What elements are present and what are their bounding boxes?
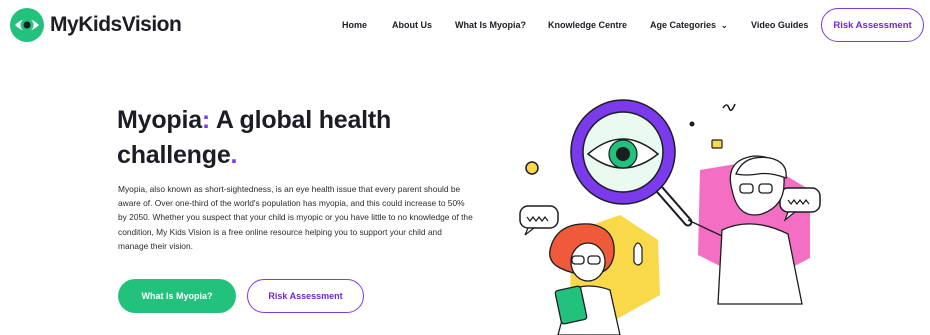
what-is-myopia-button[interactable]: What Is Myopia? bbox=[118, 279, 236, 313]
nav-about-us[interactable]: About Us bbox=[392, 20, 432, 30]
hero-title-colon: : bbox=[201, 106, 211, 134]
nav-age-categories[interactable]: Age Categories ⌄ bbox=[650, 20, 728, 30]
nav-video-guides[interactable]: Video Guides bbox=[751, 20, 808, 30]
risk-assessment-button[interactable]: Risk Assessment bbox=[247, 279, 364, 313]
squiggle-doodle bbox=[722, 103, 736, 112]
nav-home[interactable]: Home bbox=[342, 20, 367, 30]
hero-title: Myopia: A global health challenge. bbox=[117, 103, 477, 173]
risk-assessment-nav-button[interactable]: Risk Assessment bbox=[821, 8, 924, 42]
hero-title-rest: A global health bbox=[210, 106, 392, 134]
hero-title-line2: challenge bbox=[117, 141, 231, 169]
site-header: MyKidsVision Home About Us What Is Myopi… bbox=[0, 0, 930, 52]
nav-knowledge-centre[interactable]: Knowledge Centre bbox=[548, 20, 627, 30]
nav-age-categories-label: Age Categories bbox=[650, 20, 717, 30]
square-doodle bbox=[711, 139, 723, 149]
chevron-down-icon: ⌄ bbox=[721, 21, 728, 30]
hero-title-period: . bbox=[230, 141, 238, 169]
nav-what-is-myopia[interactable]: What Is Myopia? bbox=[455, 20, 526, 30]
hero-description: Myopia, also known as short-sightedness,… bbox=[118, 184, 473, 251]
hero-illustration bbox=[519, 99, 821, 335]
speech-bubble-left bbox=[519, 205, 559, 236]
main-nav: Home About Us What Is Myopia? Knowledge … bbox=[0, 20, 930, 34]
magnifying-glass-icon bbox=[570, 99, 693, 227]
yellow-dot-shape bbox=[525, 161, 539, 175]
hero-title-myopia: Myopia bbox=[117, 106, 202, 134]
dot-doodle bbox=[689, 121, 695, 127]
